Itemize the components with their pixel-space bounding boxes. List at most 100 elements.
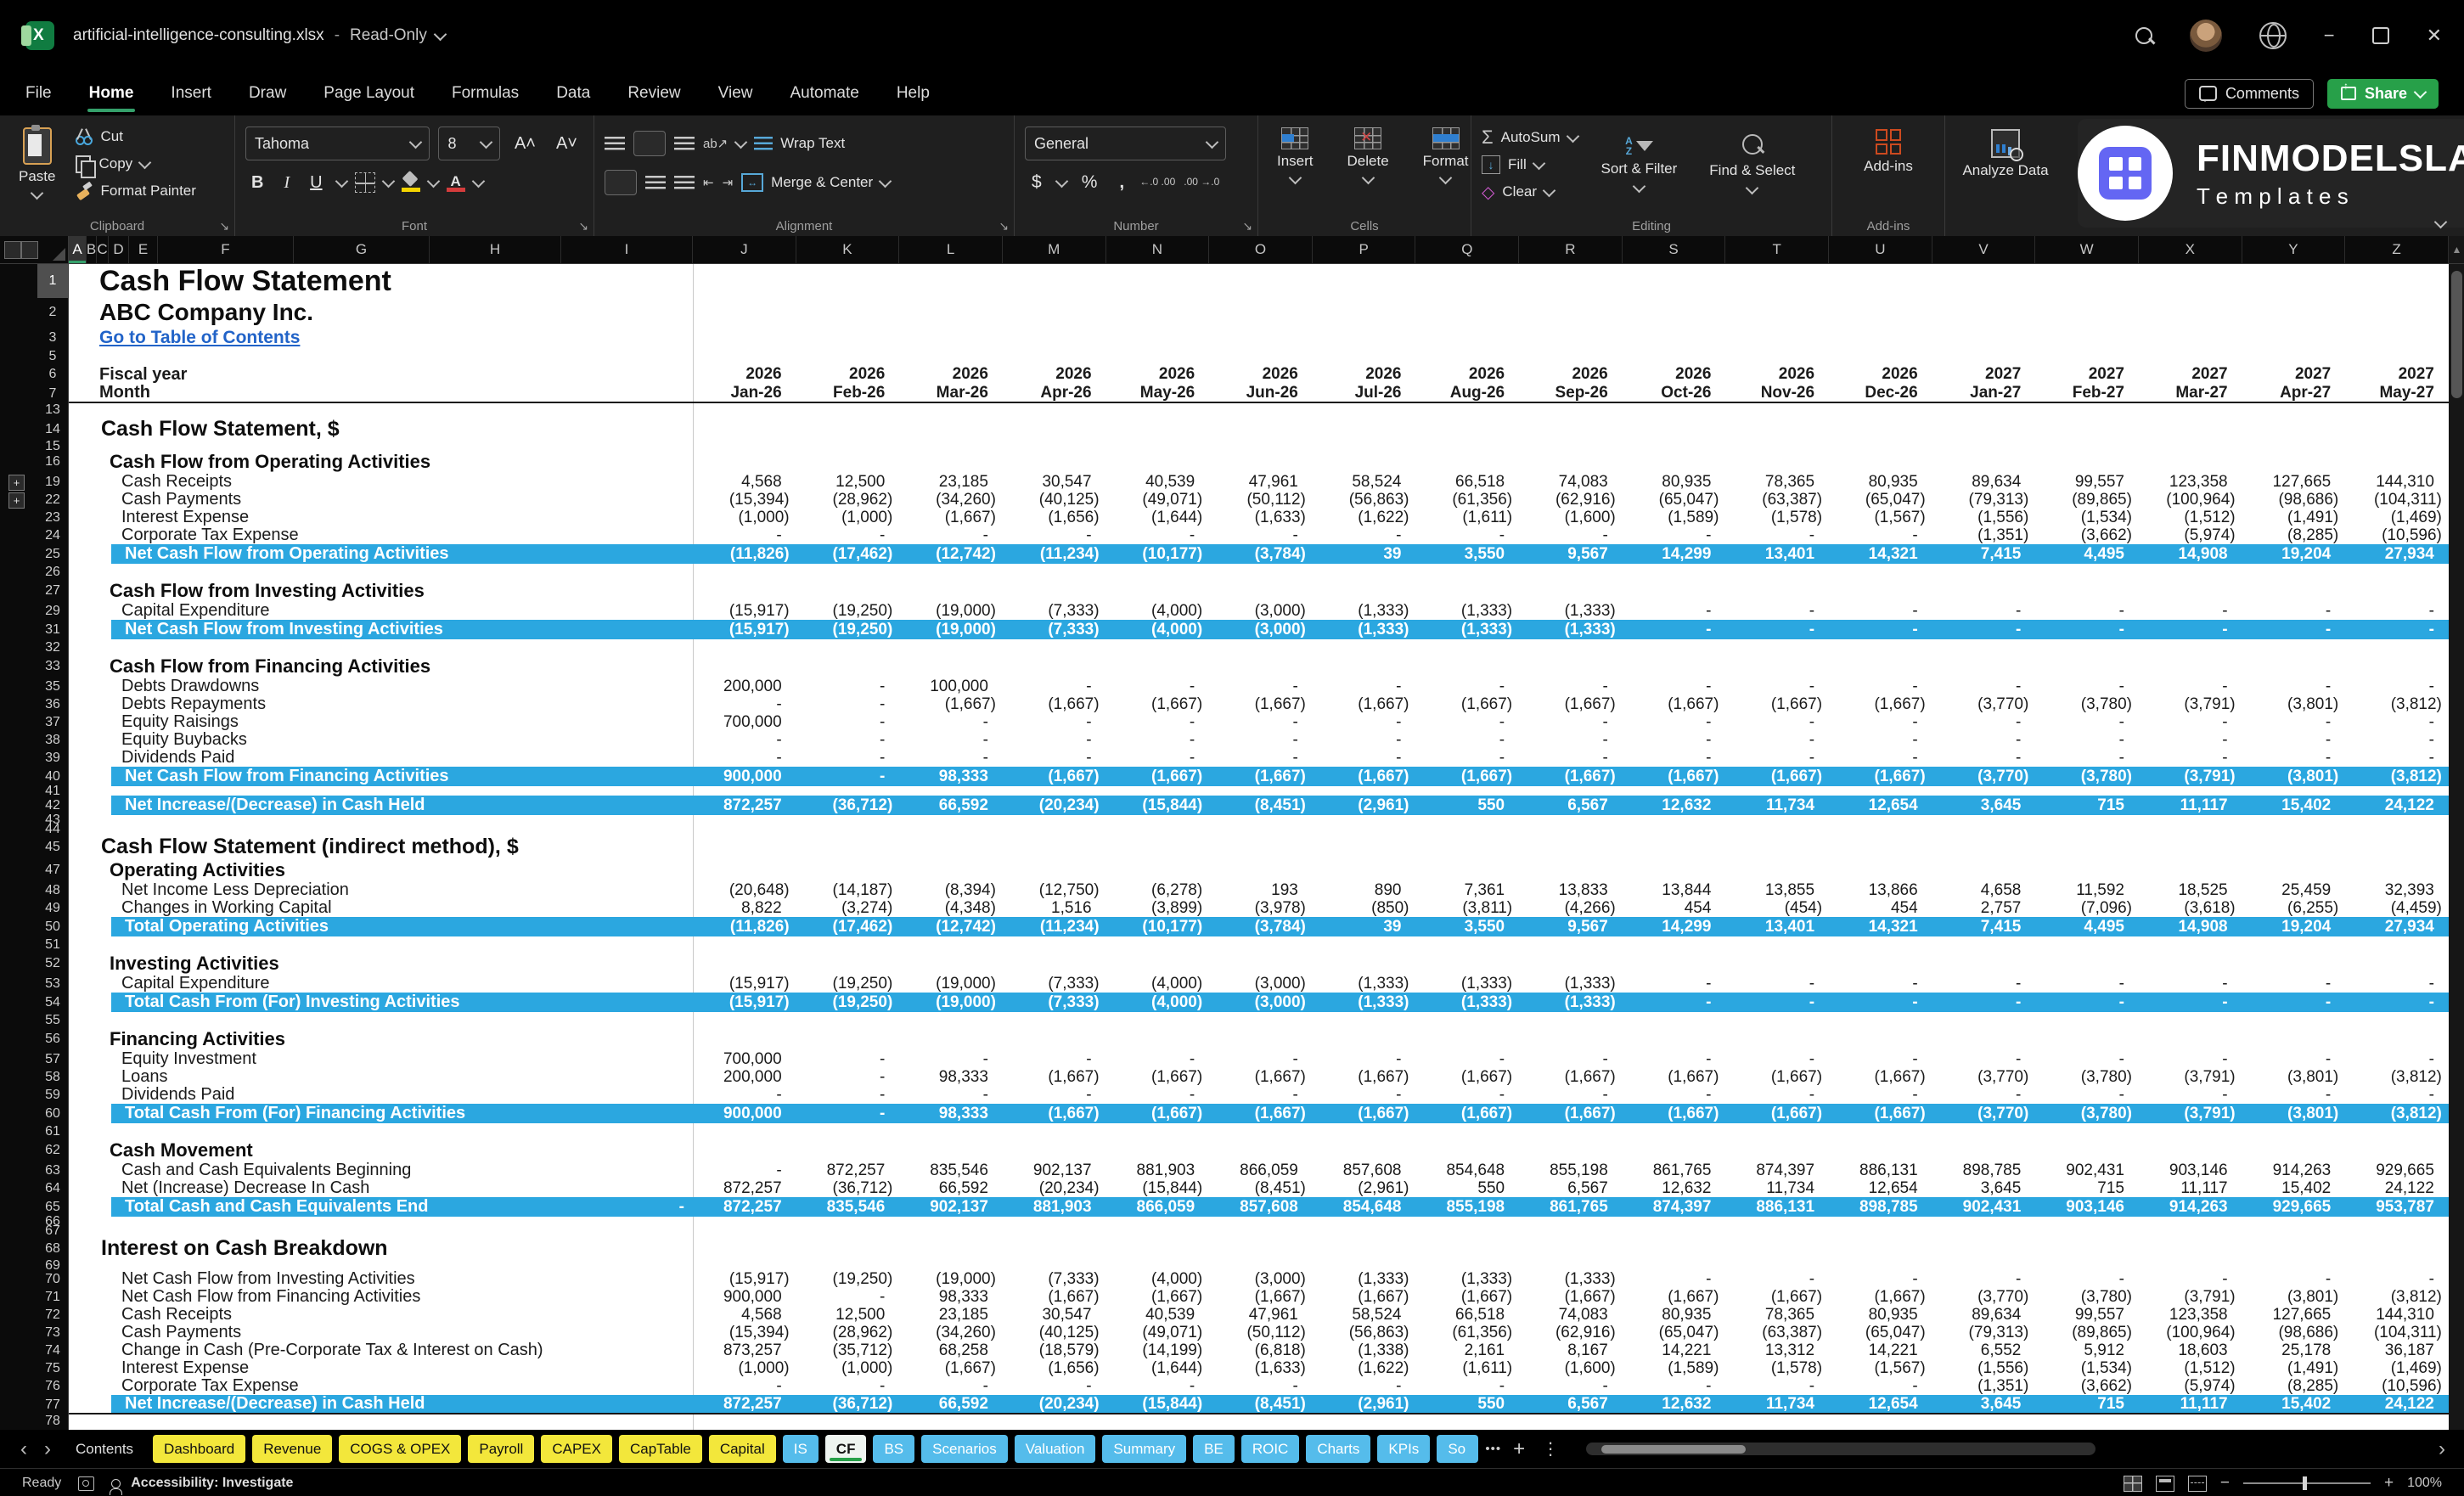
cell[interactable]: 19,204 xyxy=(2242,917,2346,936)
cell[interactable]: 550 xyxy=(1415,796,1519,815)
cell[interactable]: (1,667) xyxy=(899,509,1003,526)
row-header-16[interactable]: 16 xyxy=(37,451,68,473)
vertical-scrollbar-thumb[interactable] xyxy=(2451,271,2462,398)
cell[interactable]: 2026 xyxy=(1313,365,1416,384)
orientation-button[interactable]: ab↗ xyxy=(703,138,728,150)
cell[interactable] xyxy=(796,1139,900,1161)
cell[interactable]: 30,547 xyxy=(1003,1306,1106,1324)
cell[interactable]: - xyxy=(1415,713,1519,731)
cell[interactable] xyxy=(1725,264,1829,298)
cell[interactable] xyxy=(1313,580,1416,602)
cell[interactable] xyxy=(2139,936,2242,953)
cell[interactable] xyxy=(2139,953,2242,975)
column-header-G[interactable]: G xyxy=(294,236,430,263)
cell[interactable] xyxy=(1106,564,1210,580)
cell[interactable] xyxy=(899,1139,1003,1161)
cell[interactable] xyxy=(1932,953,2036,975)
column-header-Z[interactable]: Z xyxy=(2345,236,2449,263)
close-button[interactable]: ✕ xyxy=(2427,25,2442,47)
cell[interactable]: - xyxy=(1106,678,1210,695)
cell[interactable]: (7,333) xyxy=(1003,602,1106,620)
cell[interactable]: (3,000) xyxy=(1209,975,1313,993)
cell[interactable]: 40,539 xyxy=(1106,1306,1210,1324)
chevron-down-icon[interactable] xyxy=(1055,175,1068,188)
column-header-D[interactable]: D xyxy=(109,236,129,263)
cell[interactable]: 193 xyxy=(1209,881,1313,899)
cell[interactable] xyxy=(2345,859,2449,881)
cell[interactable]: 25,459 xyxy=(2242,881,2346,899)
row-header-73[interactable]: 73 xyxy=(37,1324,68,1341)
cell[interactable] xyxy=(693,1261,796,1270)
sheet-options-icon[interactable]: ⋮ xyxy=(1537,1438,1564,1459)
row-label[interactable]: Cash Flow from Operating Activities xyxy=(69,451,693,473)
cell[interactable]: (61,356) xyxy=(1415,1324,1519,1341)
cell[interactable]: 200,000 xyxy=(693,1068,796,1086)
cell[interactable] xyxy=(899,327,1003,348)
cell[interactable] xyxy=(2035,348,2139,365)
column-header-O[interactable]: O xyxy=(1209,236,1313,263)
row-header-57[interactable]: 57 xyxy=(37,1050,68,1068)
cell[interactable]: 2027 xyxy=(2242,365,2346,384)
cell[interactable]: (1,667) xyxy=(1519,1104,1623,1123)
cell[interactable] xyxy=(693,327,796,348)
cell[interactable] xyxy=(2035,264,2139,298)
cell[interactable] xyxy=(1003,953,1106,975)
sheet-tab-cf[interactable]: CF xyxy=(825,1435,867,1463)
cell[interactable]: (20,234) xyxy=(1003,1395,1106,1413)
cell[interactable] xyxy=(1313,1028,1416,1050)
share-button[interactable]: Share xyxy=(2327,79,2439,109)
cell[interactable]: - xyxy=(1829,526,1932,544)
cell[interactable] xyxy=(1313,403,1416,417)
cell[interactable]: (40,125) xyxy=(1003,491,1106,509)
cell[interactable]: 855,198 xyxy=(1415,1197,1519,1217)
cell[interactable] xyxy=(1623,815,1726,824)
borders-button[interactable] xyxy=(355,172,375,193)
cell[interactable]: (1,578) xyxy=(1725,509,1829,526)
cell[interactable] xyxy=(1829,639,1932,655)
cell[interactable]: (1,000) xyxy=(796,1359,900,1377)
cell[interactable]: 902,137 xyxy=(899,1197,1003,1217)
cell[interactable] xyxy=(2139,815,2242,824)
cell[interactable]: 89,634 xyxy=(1932,473,2036,491)
cell[interactable] xyxy=(1209,1012,1313,1028)
cell[interactable]: 24,122 xyxy=(2345,1179,2449,1197)
cell[interactable] xyxy=(1003,1236,1106,1261)
cell[interactable]: 6,567 xyxy=(1519,796,1623,815)
row-label[interactable] xyxy=(69,348,693,365)
cell[interactable]: - xyxy=(796,1050,900,1068)
cell[interactable]: (3,812) xyxy=(2345,1068,2449,1086)
cell[interactable] xyxy=(1519,1123,1623,1139)
cell[interactable] xyxy=(2242,441,2346,451)
cell[interactable] xyxy=(2139,655,2242,678)
minimize-button[interactable]: − xyxy=(2324,25,2335,47)
cell[interactable] xyxy=(1519,441,1623,451)
clear-button[interactable]: ◇Clear xyxy=(1482,178,1578,205)
cell[interactable]: - xyxy=(1829,1050,1932,1068)
column-header-A[interactable]: A xyxy=(69,236,87,263)
cell[interactable]: 14,908 xyxy=(2139,544,2242,564)
row-header-64[interactable]: 64 xyxy=(37,1179,68,1197)
cell[interactable] xyxy=(1623,451,1726,473)
sheet-tab-revenue[interactable]: Revenue xyxy=(252,1435,332,1463)
cell[interactable]: (3,770) xyxy=(1932,695,2036,713)
cell[interactable] xyxy=(1313,1217,1416,1226)
cell[interactable] xyxy=(1932,264,2036,298)
row-header-5[interactable]: 5 xyxy=(37,348,68,365)
number-dialog-launcher[interactable]: ↘ xyxy=(1242,219,1252,233)
cell[interactable] xyxy=(2242,327,2346,348)
cell[interactable]: - xyxy=(2035,1050,2139,1068)
cell[interactable]: (3,801) xyxy=(2242,695,2346,713)
cell[interactable]: (15,917) xyxy=(693,620,796,639)
cell[interactable]: (1,351) xyxy=(1932,526,2036,544)
cell[interactable]: 127,665 xyxy=(2242,473,2346,491)
column-header-B[interactable]: B xyxy=(87,236,97,263)
cell[interactable]: (1,351) xyxy=(1932,1377,2036,1395)
row-label[interactable]: Total Operating Activities xyxy=(69,917,693,936)
cell[interactable]: - xyxy=(1209,749,1313,767)
cell[interactable]: (11,826) xyxy=(693,544,796,564)
cell[interactable]: 902,137 xyxy=(1003,1161,1106,1179)
cell[interactable] xyxy=(1313,655,1416,678)
row-label[interactable]: Net (Increase) Decrease In Cash xyxy=(69,1179,693,1197)
cell[interactable] xyxy=(2035,936,2139,953)
sheet-tab-contents[interactable]: Contents xyxy=(63,1435,146,1463)
